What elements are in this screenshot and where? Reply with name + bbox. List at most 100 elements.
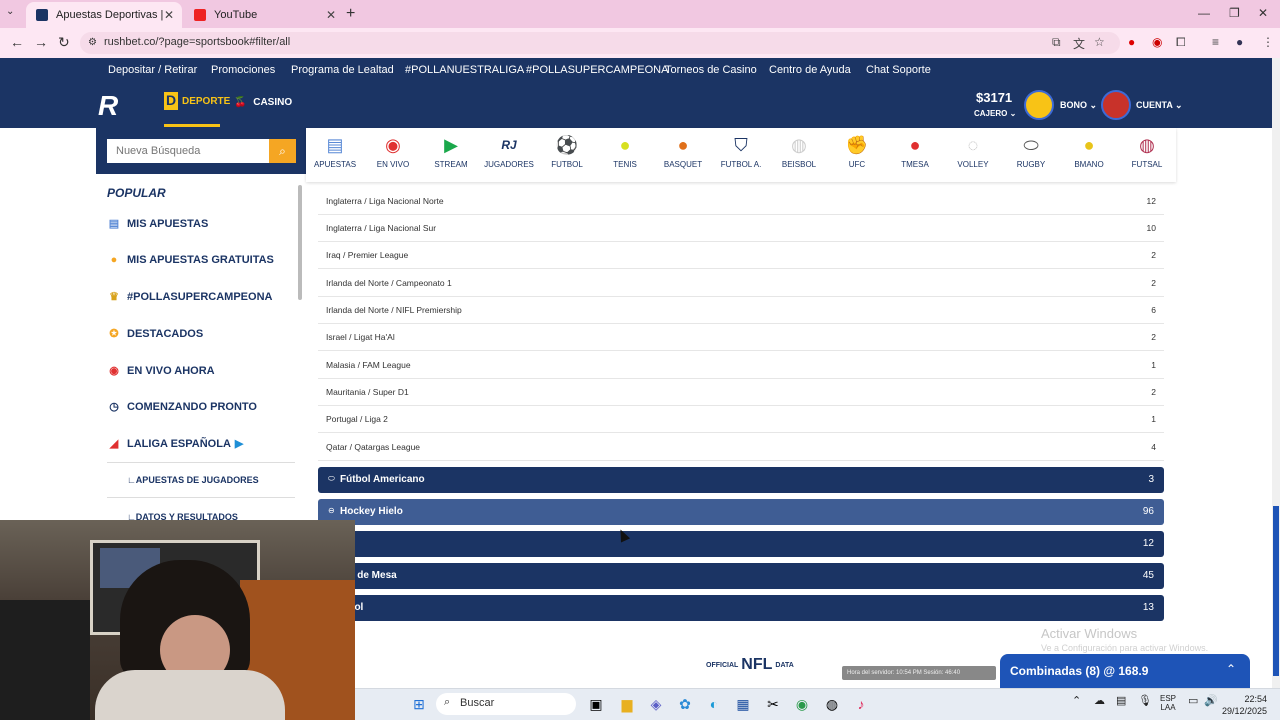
page-scrollbar[interactable]: [1272, 58, 1280, 688]
cajero-button[interactable]: CAJERO ⌄: [974, 109, 1016, 118]
media-icon[interactable]: ≡: [1212, 35, 1219, 49]
chevron-up-icon[interactable]: ⌃: [1226, 662, 1236, 676]
volume-icon[interactable]: 🔊: [1204, 694, 1218, 707]
close-icon[interactable]: ✕: [326, 8, 336, 22]
install-icon[interactable]: ⧉: [1052, 35, 1061, 50]
sidebar-item-comenzando[interactable]: ◷ COMENZANDO PRONTO: [107, 400, 295, 414]
obs-icon[interactable]: ◍: [823, 696, 841, 714]
nav-torneos[interactable]: Torneos de Casino: [665, 64, 757, 76]
sport-stream[interactable]: ▶ STREAM: [422, 134, 480, 169]
category-tenis[interactable]: nis12: [318, 531, 1164, 557]
sport-volley[interactable]: ◌ VOLLEY: [944, 134, 1002, 169]
page-scroll-thumb[interactable]: [1273, 506, 1279, 676]
league-row[interactable]: Iraq / Premier League 2: [318, 242, 1164, 269]
tab-search-icon[interactable]: ⌄: [6, 6, 14, 17]
sidebar-scrollbar[interactable]: [298, 185, 302, 300]
extension-icon[interactable]: ◉: [1152, 35, 1162, 49]
bono-button[interactable]: BONO ⌄: [1060, 100, 1097, 111]
deporte-tab[interactable]: D DEPORTE: [164, 92, 230, 110]
sport-basquet[interactable]: ● BASQUET: [654, 134, 712, 169]
league-row[interactable]: Malasia / FAM League 1: [318, 352, 1164, 379]
bono-avatar[interactable]: [1024, 90, 1054, 120]
forward-icon[interactable]: →: [34, 34, 48, 50]
league-row[interactable]: Portugal / Liga 2 1: [318, 406, 1164, 433]
sidebar-subitem-jugadores[interactable]: ∟APUESTAS DE JUGADORES: [127, 475, 259, 485]
sidebar-item-laliga[interactable]: ◢ LALIGA ESPAÑOLA ▶: [107, 437, 295, 451]
file-explorer-icon[interactable]: ▆: [618, 696, 636, 714]
translate-icon[interactable]: 文: [1073, 35, 1085, 52]
taskbar-search[interactable]: ⌕ Buscar: [436, 693, 576, 715]
sport-tmesa[interactable]: ● TMESA: [886, 134, 944, 169]
category-hockey-hielo[interactable]: ⊖ Hockey Hielo 96: [318, 499, 1164, 525]
sport-bmano[interactable]: ● BMANO: [1060, 134, 1118, 169]
sport-futbol-americano[interactable]: ⛉ FUTBOL A.: [712, 134, 770, 169]
copilot-icon[interactable]: ✿: [676, 696, 694, 714]
new-tab-icon[interactable]: +: [346, 5, 355, 23]
task-view-icon[interactable]: ▣: [587, 696, 605, 714]
sidebar-item-en-vivo[interactable]: ◉ EN VIVO AHORA: [107, 364, 295, 378]
tab-apuestas[interactable]: Apuestas Deportivas | Casa de ✕: [26, 2, 182, 28]
reload-icon[interactable]: ↻: [58, 34, 70, 51]
league-row[interactable]: Israel / Ligat Ha'Al 2: [318, 324, 1164, 351]
nav-ayuda[interactable]: Centro de Ayuda: [769, 64, 851, 76]
extension-icon[interactable]: ●: [1128, 35, 1135, 49]
sidebar-item-pollasupercampeona[interactable]: ♛ #POLLASUPERCAMPEONA: [107, 290, 295, 304]
close-icon[interactable]: ✕: [164, 8, 174, 22]
profile-icon[interactable]: ●: [1236, 35, 1243, 49]
sidebar-item-destacados[interactable]: ✪ DESTACADOS: [107, 327, 295, 341]
league-row[interactable]: Irlanda del Norte / Campeonato 1 2: [318, 270, 1164, 297]
league-row[interactable]: Inglaterra / Liga Nacional Norte 12: [318, 188, 1164, 215]
nav-lealtad[interactable]: Programa de Lealtad: [291, 64, 394, 76]
tiktok-icon[interactable]: ♪: [852, 696, 870, 714]
windows-start-icon[interactable]: ⊞: [410, 696, 428, 714]
url-field[interactable]: ⚙ rushbet.co/?page=sportsbook#filter/all: [80, 32, 1120, 54]
league-row[interactable]: Mauritania / Super D1 2: [318, 379, 1164, 406]
site-info-icon[interactable]: ⚙: [88, 37, 97, 48]
rushbet-logo[interactable]: R: [98, 90, 150, 121]
category-futbol-americano[interactable]: ⬭ Fútbol Americano 3: [318, 467, 1164, 493]
combinadas-betslip[interactable]: Combinadas (8) @ 168.9 ⌃: [1000, 654, 1250, 688]
extensions-icon[interactable]: ⧠: [1176, 35, 1186, 50]
network-icon[interactable]: ▭: [1188, 694, 1198, 707]
league-row[interactable]: Inglaterra / Liga Nacional Sur 10: [318, 215, 1164, 242]
minimize-icon[interactable]: —: [1198, 6, 1210, 20]
sport-apuestas[interactable]: ▤ APUESTAS: [306, 134, 364, 169]
nav-pollanuestraliga[interactable]: #POLLANUESTRALIGA: [405, 64, 524, 76]
balance[interactable]: $3171: [976, 90, 1012, 105]
search-input[interactable]: [107, 139, 269, 163]
tab-youtube[interactable]: YouTube ✕: [184, 2, 344, 28]
teams-icon[interactable]: ◈: [647, 696, 665, 714]
category-tenis-de-mesa[interactable]: nis de Mesa 45: [318, 563, 1164, 589]
cuenta-button[interactable]: CUENTA ⌄: [1136, 100, 1183, 111]
store-icon[interactable]: ▦: [734, 696, 752, 714]
back-icon[interactable]: ←: [10, 34, 24, 50]
sport-jugadores[interactable]: RJ JUGADORES: [480, 134, 538, 169]
sport-beisbol[interactable]: ◍ BEISBOL: [770, 134, 828, 169]
microphone-icon[interactable]: 🎙: [1138, 694, 1152, 707]
sport-ufc[interactable]: ✊ UFC: [828, 134, 886, 169]
cuenta-avatar[interactable]: [1101, 90, 1131, 120]
onedrive-icon[interactable]: ☁: [1094, 694, 1105, 707]
sidebar-item-mis-apuestas[interactable]: ▤ MIS APUESTAS: [107, 217, 295, 231]
sport-futbol[interactable]: ⚽ FUTBOL: [538, 134, 596, 169]
maximize-icon[interactable]: ❐: [1229, 6, 1240, 20]
nav-pollasupercampeona[interactable]: #POLLASUPERCAMPEONA: [526, 64, 668, 76]
close-window-icon[interactable]: ✕: [1258, 6, 1268, 20]
search-button[interactable]: ⌕: [269, 139, 296, 163]
sidebar-item-apuestas-gratuitas[interactable]: ● MIS APUESTAS GRATUITAS: [107, 254, 295, 266]
language-indicator[interactable]: ESP LAA: [1160, 694, 1176, 712]
capcut-icon[interactable]: ✂: [764, 696, 782, 714]
tray-chevron-icon[interactable]: ⌃: [1072, 694, 1081, 707]
sport-tenis[interactable]: ● TENIS: [596, 134, 654, 169]
edge-icon[interactable]: ◐: [705, 696, 723, 714]
nav-chat[interactable]: Chat Soporte: [866, 64, 931, 76]
nav-depositar[interactable]: Depositar / Retirar: [108, 64, 197, 76]
tray-app-icon[interactable]: ▤: [1116, 694, 1126, 707]
casino-tab[interactable]: 🍒 CASINO: [234, 97, 292, 108]
league-row[interactable]: Qatar / Qatargas League 4: [318, 434, 1164, 461]
sport-futsal[interactable]: ◍ FUTSAL: [1118, 134, 1176, 169]
category-beisbol[interactable]: eibol13: [318, 595, 1164, 621]
menu-icon[interactable]: ⋮: [1262, 35, 1274, 49]
chrome-icon[interactable]: ◉: [793, 696, 811, 714]
league-row[interactable]: Irlanda del Norte / NIFL Premiership 6: [318, 297, 1164, 324]
